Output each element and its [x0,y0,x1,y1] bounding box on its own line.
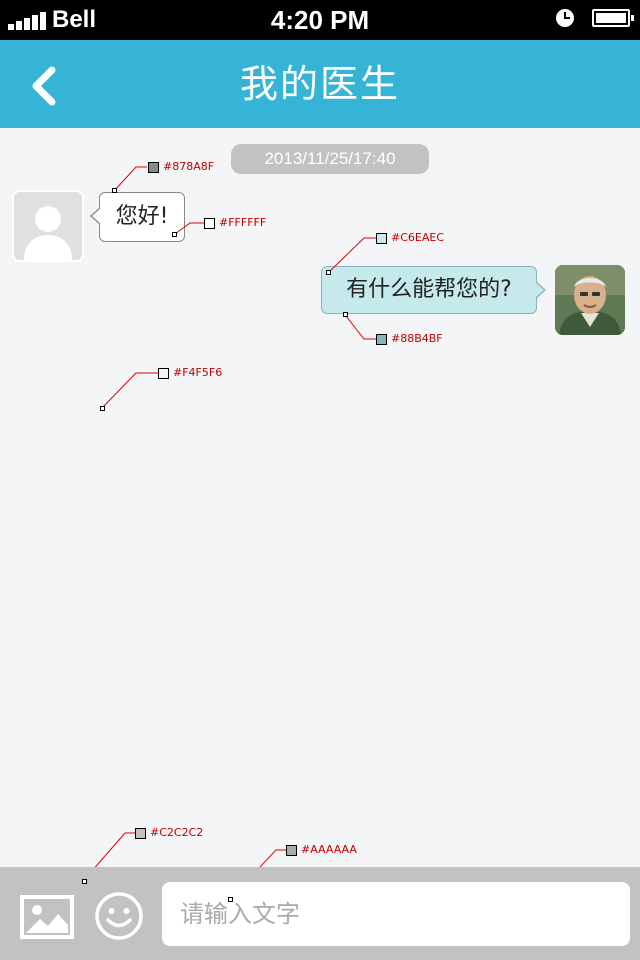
annotation-label: #878A8F [163,160,215,173]
chat-timestamp: 2013/11/25/17:40 [231,144,429,174]
annotation-swatch [148,162,159,173]
emoji-button[interactable] [94,891,144,941]
annotation-marker [112,188,117,193]
battery-icon [592,9,634,27]
annotation-swatch [376,233,387,244]
annotation-swatch [158,368,169,379]
annotation-marker [100,406,105,411]
annotation-marker [326,270,331,275]
annotation-swatch [286,845,297,856]
annotation-marker [228,897,233,902]
doctor-avatar[interactable] [555,265,625,335]
annotation-label: #FFFFFF [219,216,267,229]
annotation-swatch [204,218,215,229]
emoji-icon [95,892,143,940]
alarm-icon [556,9,574,27]
annotation-swatch [376,334,387,345]
annotation-label: #88B4BF [391,332,443,345]
annotation-marker [343,312,348,317]
status-time: 4:20 PM [270,5,370,35]
image-button[interactable] [20,895,74,939]
image-icon [20,895,74,939]
annotation-swatch [135,828,146,839]
annotation-marker [82,879,87,884]
status-bar: Bell 4:20 PM [0,0,640,40]
message-bubble-right[interactable]: 有什么能帮您的? [321,266,546,314]
annotation-label: #AAAAAA [301,843,357,856]
nav-bar: 我的医生 [0,40,640,128]
annotation-label: #C2C2C2 [150,826,204,839]
message-input[interactable] [162,882,630,946]
user-avatar[interactable] [12,190,84,262]
person-icon [14,192,82,260]
annotation-label: #F4F5F6 [173,366,223,379]
annotation-label: #C6EAEC [391,231,445,244]
annotation-marker [172,232,177,237]
doctor-photo-icon [555,265,625,335]
page-title: 我的医生 [239,62,400,106]
input-bar [0,867,640,960]
